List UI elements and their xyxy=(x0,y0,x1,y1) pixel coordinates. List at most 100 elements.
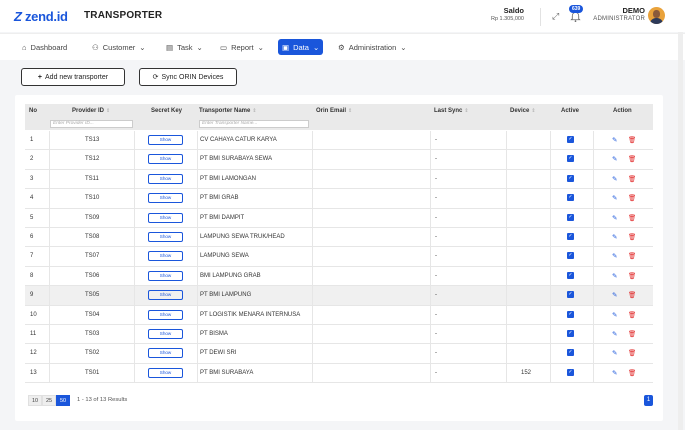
sort-icon: ⇕ xyxy=(252,108,257,114)
last-sync: - xyxy=(435,331,437,337)
active-checkbox[interactable]: ✓ xyxy=(567,310,574,318)
show-secret-button[interactable]: Show xyxy=(148,193,183,204)
trash-icon[interactable]: 🗑 xyxy=(628,291,636,299)
active-checkbox[interactable]: ✓ xyxy=(567,368,574,376)
active-checkbox[interactable]: ✓ xyxy=(567,174,574,182)
show-secret-button[interactable]: Show xyxy=(148,270,183,281)
trash-icon[interactable]: 🗑 xyxy=(628,155,636,163)
col-transporter-name[interactable]: Transporter Name ⇕ xyxy=(199,108,257,114)
transporter-name-filter-input[interactable]: Enter Transporter Name... xyxy=(199,120,309,128)
transporter-name: CV CAHAYA CATUR KARYA xyxy=(200,137,277,143)
edit-icon[interactable]: ✎ xyxy=(612,272,617,280)
active-checkbox[interactable]: ✓ xyxy=(567,349,574,357)
nav-data[interactable]: ▣ Data ⌄ xyxy=(278,39,324,55)
sync-orin-button[interactable]: ⟳ Sync ORIN Devices xyxy=(139,68,237,86)
show-secret-button[interactable]: Show xyxy=(148,290,183,301)
trash-icon[interactable]: 🗑 xyxy=(628,369,636,377)
edit-icon[interactable]: ✎ xyxy=(612,330,617,338)
provider-id: TS13 xyxy=(85,137,100,143)
col-no: No xyxy=(29,108,37,114)
avatar[interactable] xyxy=(648,7,665,24)
show-secret-button[interactable]: Show xyxy=(148,367,183,378)
show-secret-button[interactable]: Show xyxy=(148,212,183,223)
show-secret-button[interactable]: Show xyxy=(148,251,183,262)
nav-report[interactable]: ▭ Report ⌄ xyxy=(216,39,268,55)
col-last-sync[interactable]: Last Sync ⇕ xyxy=(434,108,469,114)
provider-id: TS10 xyxy=(85,195,100,202)
app-logo[interactable]: Z zend.id xyxy=(14,9,68,24)
nav-dashboard[interactable]: ⌂ Dashboard xyxy=(18,39,71,55)
trash-icon[interactable]: 🗑 xyxy=(628,330,636,338)
provider-id-filter-input[interactable]: Enter Provider ID... xyxy=(50,120,133,128)
table-row: 9 TS05 Show PT BMI LAMPUNG - ✓ ✎ 🗑 xyxy=(25,286,653,306)
show-secret-button[interactable]: Show xyxy=(148,135,183,145)
show-secret-button[interactable]: Show xyxy=(148,348,183,359)
nav-administration[interactable]: ⚙ Administration ⌄ xyxy=(334,39,411,55)
provider-id: TS05 xyxy=(85,292,100,299)
trash-icon[interactable]: 🗑 xyxy=(628,233,636,241)
add-transporter-button[interactable]: + Add new transporter xyxy=(21,68,125,86)
trash-icon[interactable]: 🗑 xyxy=(628,311,636,319)
active-checkbox[interactable]: ✓ xyxy=(567,233,574,240)
edit-icon[interactable]: ✎ xyxy=(612,311,617,319)
trash-icon[interactable]: 🗑 xyxy=(628,136,636,144)
table-row: 1 TS13 Show CV CAHAYA CATUR KARYA - ✓ ✎ 🗑 xyxy=(25,131,653,151)
show-secret-button[interactable]: Show xyxy=(148,329,183,339)
transporter-name: LAMPUNG SEWA TRUK/HEAD xyxy=(200,234,285,240)
balance-display: Saldo Rp 1.305,000 xyxy=(491,6,524,22)
active-checkbox[interactable]: ✓ xyxy=(567,271,574,279)
col-orin-email[interactable]: Orin Email ⇕ xyxy=(316,108,352,114)
col-secret-key: Secret Key xyxy=(151,108,183,114)
active-checkbox[interactable]: ✓ xyxy=(567,330,574,337)
edit-icon[interactable]: ✎ xyxy=(612,349,617,357)
edit-icon[interactable]: ✎ xyxy=(612,252,617,260)
show-secret-button[interactable]: Show xyxy=(148,173,183,184)
chevron-down-icon: ⌄ xyxy=(257,42,264,52)
nav-task[interactable]: ▤ Task ⌄ xyxy=(162,39,207,55)
show-secret-button[interactable]: Show xyxy=(148,309,183,320)
edit-icon[interactable]: ✎ xyxy=(612,136,617,144)
trash-icon[interactable]: 🗑 xyxy=(628,349,636,357)
table-row: 13 TS01 Show PT BMI SURABAYA - 152 ✓ ✎ 🗑 xyxy=(25,363,653,384)
row-number: 3 xyxy=(30,175,34,182)
page-size-50[interactable]: 50 xyxy=(56,395,70,406)
show-secret-button[interactable]: Show xyxy=(148,154,183,165)
edit-icon[interactable]: ✎ xyxy=(612,369,617,377)
transporter-name: LAMPUNG SEWA xyxy=(200,253,249,260)
trash-icon[interactable]: 🗑 xyxy=(628,252,636,260)
show-secret-button[interactable]: Show xyxy=(148,232,183,242)
edit-icon[interactable]: ✎ xyxy=(612,291,617,299)
divider xyxy=(540,8,541,26)
fullscreen-icon[interactable]: ⤢ xyxy=(552,11,559,22)
active-checkbox[interactable]: ✓ xyxy=(567,291,574,299)
transporter-name: PT DEWI SRI xyxy=(200,350,237,357)
col-provider-id[interactable]: Provider ID ⇕ xyxy=(72,108,110,114)
trash-icon[interactable]: 🗑 xyxy=(628,175,636,183)
active-checkbox[interactable]: ✓ xyxy=(567,136,574,143)
active-checkbox[interactable]: ✓ xyxy=(567,213,574,221)
page-size-25[interactable]: 25 xyxy=(42,395,56,406)
page-size-10[interactable]: 10 xyxy=(28,395,42,406)
edit-icon[interactable]: ✎ xyxy=(612,175,617,183)
trash-icon[interactable]: 🗑 xyxy=(628,214,636,222)
row-number: 13 xyxy=(30,369,37,376)
notification-badge[interactable]: 639 xyxy=(569,5,584,13)
trash-icon[interactable]: 🗑 xyxy=(628,272,636,280)
trash-icon[interactable]: 🗑 xyxy=(628,194,636,202)
page-scrollbar[interactable] xyxy=(678,32,683,430)
edit-icon[interactable]: ✎ xyxy=(612,233,617,241)
page-1-button[interactable]: 1 xyxy=(644,395,653,406)
nav-customer[interactable]: ⚇ Customer ⌄ xyxy=(88,39,150,55)
user-name: DEMO xyxy=(622,6,646,15)
row-number: 12 xyxy=(30,350,37,357)
transporter-name: PT BMI SURABAYA xyxy=(200,369,254,376)
active-checkbox[interactable]: ✓ xyxy=(567,155,574,163)
edit-icon[interactable]: ✎ xyxy=(612,214,617,222)
user-info[interactable]: DEMO ADMINISTRATOR xyxy=(593,6,645,22)
col-device[interactable]: Device ⇕ xyxy=(510,108,536,114)
active-checkbox[interactable]: ✓ xyxy=(567,252,574,260)
edit-icon[interactable]: ✎ xyxy=(612,194,617,202)
active-checkbox[interactable]: ✓ xyxy=(567,194,574,202)
edit-icon[interactable]: ✎ xyxy=(612,155,617,163)
col-action: Action xyxy=(613,108,632,114)
